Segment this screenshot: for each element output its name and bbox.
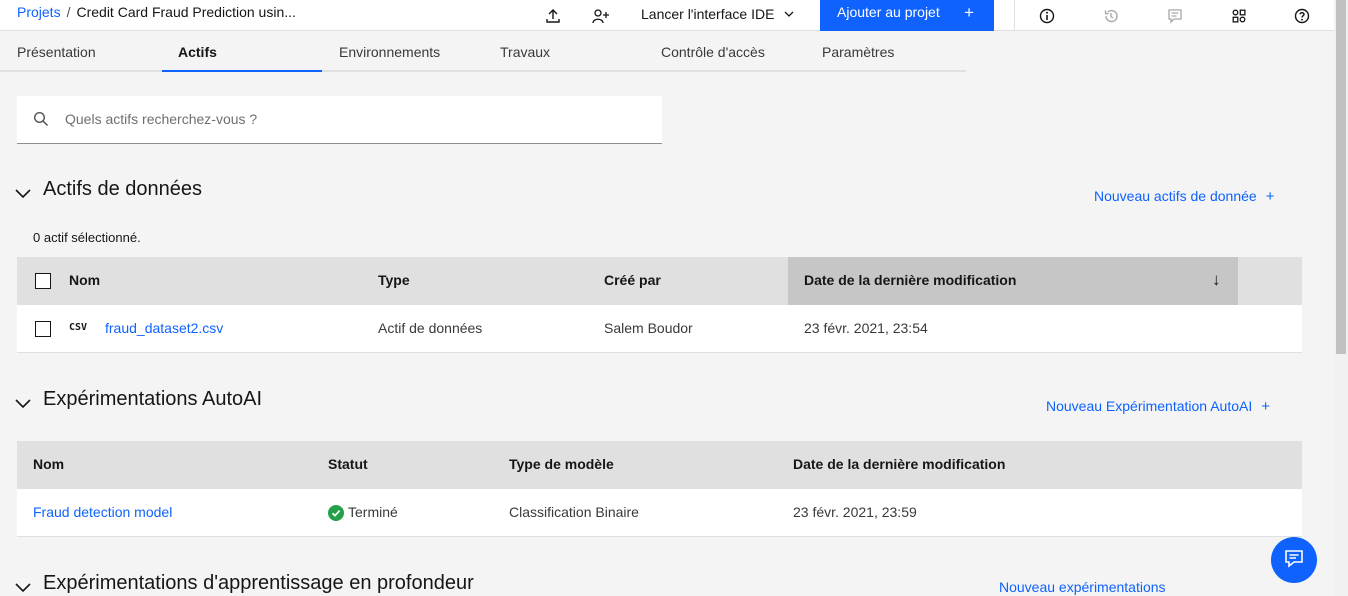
add-user-icon[interactable]	[585, 0, 617, 31]
launch-ide-label: Lancer l'interface IDE	[641, 6, 775, 22]
scrollbar[interactable]	[1334, 0, 1348, 596]
tab-access-control[interactable]: Contrôle d'accès	[644, 32, 805, 72]
chevron-down-icon[interactable]	[15, 182, 31, 205]
table-row[interactable]: CSV fraud_dataset2.csv Actif de données …	[17, 305, 1302, 353]
comment-icon[interactable]	[1159, 0, 1191, 31]
csv-file-icon: CSV	[69, 322, 88, 333]
plus-icon: +	[1265, 188, 1275, 205]
select-all-checkbox[interactable]	[35, 273, 51, 289]
experiment-status: Terminé	[348, 504, 398, 520]
apps-icon[interactable]	[1223, 0, 1255, 31]
breadcrumb: Projets / Credit Card Fraud Prediction usi…	[17, 4, 296, 20]
asset-modified: 23 févr. 2021, 23:54	[804, 320, 928, 336]
data-assets-heading[interactable]: Actifs de données	[15, 178, 202, 201]
asset-created-by: Salem Boudor	[604, 320, 693, 336]
breadcrumb-projects-link[interactable]: Projets	[17, 4, 61, 20]
tab-assets[interactable]: Actifs	[162, 32, 322, 72]
row-checkbox[interactable]	[35, 321, 51, 337]
chat-button[interactable]	[1271, 537, 1317, 583]
asset-name-link[interactable]: fraud_dataset2.csv	[105, 320, 223, 336]
tab-environments[interactable]: Environnements	[322, 32, 484, 72]
column-header-type[interactable]: Type	[378, 272, 410, 288]
success-check-icon	[328, 505, 344, 524]
breadcrumb-separator: /	[66, 4, 71, 20]
deep-learning-heading[interactable]: Expérimentations d'apprentissage en prof…	[15, 572, 474, 595]
breadcrumb-project-name: Credit Card Fraud Prediction usin...	[76, 4, 296, 20]
chevron-down-icon	[784, 4, 794, 20]
column-header-status[interactable]: Statut	[328, 456, 368, 472]
new-data-asset-label: Nouveau actifs de donnée	[1094, 188, 1257, 204]
header-divider	[1014, 0, 1015, 31]
column-header-name[interactable]: Nom	[69, 272, 100, 288]
top-bar: Projets / Credit Card Fraud Prediction usi…	[0, 0, 1334, 31]
upload-icon[interactable]	[537, 0, 569, 31]
column-header-modified[interactable]: Date de la dernière modification	[804, 272, 1016, 288]
autoai-table-header: Nom Statut Type de modèle Date de la der…	[17, 441, 1302, 489]
add-to-project-label: Ajouter au projet	[837, 4, 940, 20]
column-header-model-type[interactable]: Type de modèle	[509, 456, 614, 472]
help-icon[interactable]	[1286, 0, 1318, 31]
tab-jobs[interactable]: Travaux	[484, 32, 644, 72]
column-header-created-by[interactable]: Créé par	[604, 272, 661, 288]
new-data-asset-link[interactable]: Nouveau actifs de donnée +	[1094, 188, 1274, 205]
experiment-name-link[interactable]: Fraud detection model	[33, 504, 172, 520]
data-assets-title: Actifs de données	[43, 178, 202, 200]
autoai-title: Expérimentations AutoAI	[43, 388, 263, 410]
experiment-modified: 23 févr. 2021, 23:59	[793, 504, 917, 520]
info-icon[interactable]	[1031, 0, 1063, 31]
search-placeholder: Quels actifs recherchez-vous ?	[65, 111, 258, 127]
search-icon	[33, 111, 49, 132]
tab-settings[interactable]: Paramètres	[805, 32, 966, 72]
chevron-down-icon[interactable]	[15, 576, 31, 596]
table-row[interactable]: Fraud detection model Terminé Classifica…	[17, 489, 1302, 537]
launch-ide-dropdown[interactable]: Lancer l'interface IDE	[641, 4, 794, 22]
experiment-model-type: Classification Binaire	[509, 504, 639, 520]
new-deep-learning-link[interactable]: Nouveau expérimentations	[999, 579, 1166, 595]
new-autoai-label: Nouveau Expérimentation AutoAI	[1046, 398, 1253, 414]
history-icon[interactable]	[1095, 0, 1127, 31]
column-header-name[interactable]: Nom	[33, 456, 64, 472]
scrollbar-thumb[interactable]	[1336, 0, 1346, 354]
chat-icon	[1283, 547, 1305, 574]
tab-presentation[interactable]: Présentation	[0, 32, 162, 72]
add-to-project-button[interactable]: Ajouter au projet +	[820, 0, 994, 31]
tab-bar: Présentation Actifs Environnements Trava…	[0, 32, 1334, 72]
new-autoai-experiment-link[interactable]: Nouveau Expérimentation AutoAI +	[1046, 398, 1270, 415]
asset-type: Actif de données	[378, 320, 483, 336]
deep-learning-title: Expérimentations d'apprentissage en prof…	[43, 572, 474, 594]
plus-icon: +	[964, 3, 974, 22]
selected-count: 0 actif sélectionné.	[33, 230, 141, 245]
autoai-heading[interactable]: Expérimentations AutoAI	[15, 388, 263, 411]
chevron-down-icon[interactable]	[15, 392, 31, 415]
sort-arrow-icon[interactable]: ↓	[1212, 270, 1221, 290]
column-header-modified[interactable]: Date de la dernière modification	[793, 456, 1005, 472]
data-assets-table-header: Nom Type Créé par Date de la dernière mo…	[17, 257, 1302, 305]
plus-icon: +	[1261, 398, 1271, 415]
asset-search-input[interactable]: Quels actifs recherchez-vous ?	[17, 96, 662, 144]
new-deep-learning-label: Nouveau expérimentations	[999, 579, 1166, 595]
